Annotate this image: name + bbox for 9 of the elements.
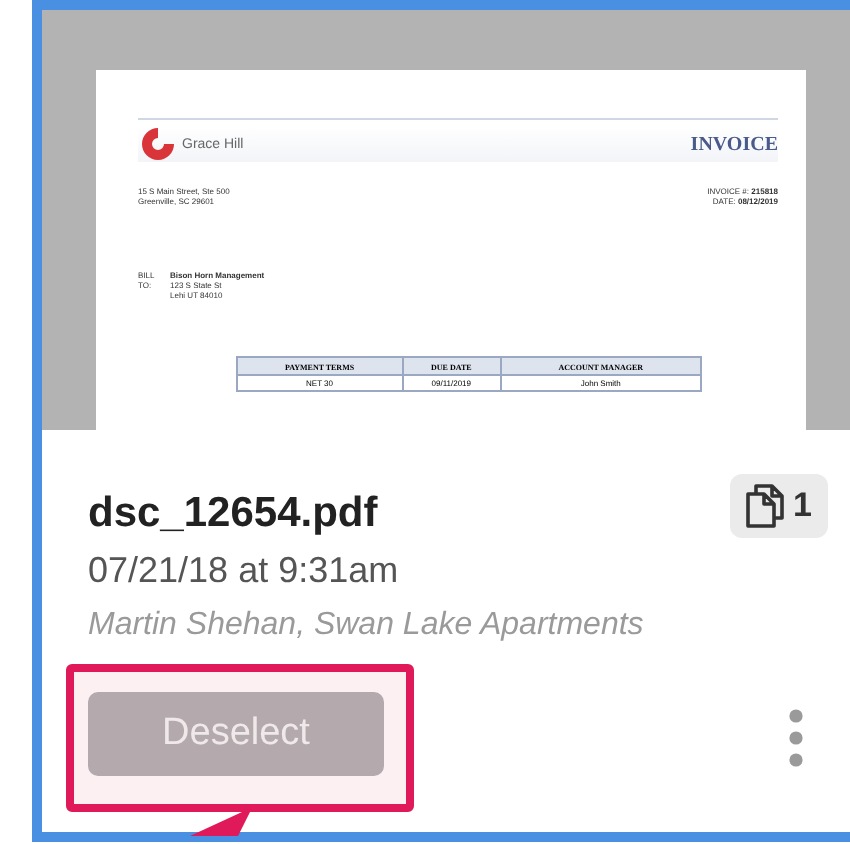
file-name: dsc_12654.pdf xyxy=(88,490,378,538)
logo-icon xyxy=(138,126,178,162)
timestamp: 07/21/18 at 9:31am xyxy=(88,550,401,592)
deselect-button[interactable]: Deselect xyxy=(88,692,384,776)
uploader: Martin Shehan, Swan Lake Apartments xyxy=(88,608,646,644)
more-icon[interactable] xyxy=(788,708,804,768)
page-count-badge: 1 xyxy=(729,474,828,538)
pages-icon xyxy=(745,484,786,528)
invoice-title: INVOICE xyxy=(690,133,778,155)
